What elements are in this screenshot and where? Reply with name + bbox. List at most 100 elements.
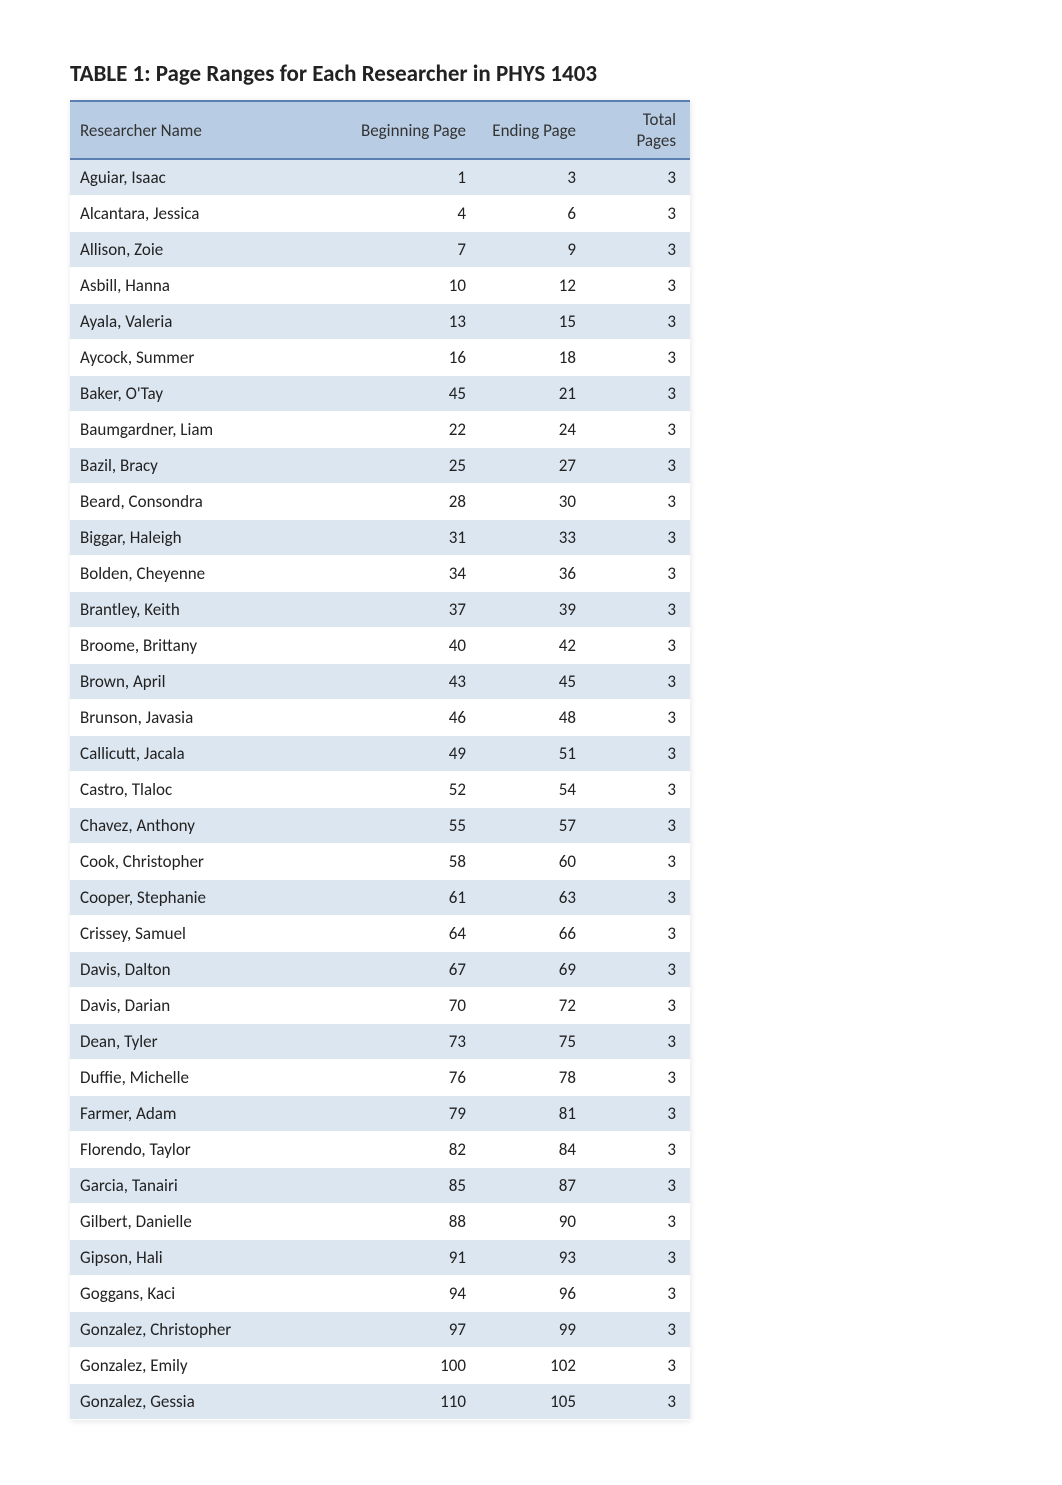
- cell-begin: 94: [350, 1276, 480, 1312]
- table-row: Biggar, Haleigh31333: [70, 520, 690, 556]
- table-row: Alcantara, Jessica463: [70, 196, 690, 232]
- cell-begin: 85: [350, 1168, 480, 1204]
- table-row: Florendo, Taylor82843: [70, 1132, 690, 1168]
- table-row: Gonzalez, Christopher97993: [70, 1312, 690, 1348]
- cell-end: 84: [480, 1132, 590, 1168]
- col-header-total: Total Pages: [590, 101, 690, 159]
- cell-begin: 73: [350, 1024, 480, 1060]
- cell-total: 3: [590, 700, 690, 736]
- table-row: Brantley, Keith37393: [70, 592, 690, 628]
- table-row: Bolden, Cheyenne34363: [70, 556, 690, 592]
- cell-begin: 7: [350, 232, 480, 268]
- cell-end: 75: [480, 1024, 590, 1060]
- table-row: Goggans, Kaci94963: [70, 1276, 690, 1312]
- table-row: Baker, O'Tay45213: [70, 376, 690, 412]
- table-row: Gipson, Hali91933: [70, 1240, 690, 1276]
- cell-begin: 97: [350, 1312, 480, 1348]
- table-row: Cook, Christopher58603: [70, 844, 690, 880]
- cell-name: Baker, O'Tay: [70, 376, 350, 412]
- cell-end: 45: [480, 664, 590, 700]
- table-row: Ayala, Valeria13153: [70, 304, 690, 340]
- cell-total: 3: [590, 1132, 690, 1168]
- col-header-end: Ending Page: [480, 101, 590, 159]
- cell-name: Ayala, Valeria: [70, 304, 350, 340]
- cell-begin: 4: [350, 196, 480, 232]
- table-row: Garcia, Tanairi85873: [70, 1168, 690, 1204]
- cell-begin: 10: [350, 268, 480, 304]
- cell-total: 3: [590, 484, 690, 520]
- cell-begin: 37: [350, 592, 480, 628]
- cell-end: 72: [480, 988, 590, 1024]
- cell-name: Gipson, Hali: [70, 1240, 350, 1276]
- cell-end: 96: [480, 1276, 590, 1312]
- table-row: Bazil, Bracy25273: [70, 448, 690, 484]
- table-row: Crissey, Samuel64663: [70, 916, 690, 952]
- cell-total: 3: [590, 196, 690, 232]
- cell-total: 3: [590, 772, 690, 808]
- table-row: Duffie, Michelle76783: [70, 1060, 690, 1096]
- cell-name: Bolden, Cheyenne: [70, 556, 350, 592]
- cell-end: 102: [480, 1348, 590, 1384]
- cell-total: 3: [590, 1204, 690, 1240]
- cell-end: 18: [480, 340, 590, 376]
- cell-end: 93: [480, 1240, 590, 1276]
- cell-begin: 70: [350, 988, 480, 1024]
- table-row: Beard, Consondra28303: [70, 484, 690, 520]
- cell-begin: 13: [350, 304, 480, 340]
- cell-total: 3: [590, 1348, 690, 1384]
- cell-begin: 76: [350, 1060, 480, 1096]
- table-row: Castro, Tlaloc52543: [70, 772, 690, 808]
- cell-name: Asbill, Hanna: [70, 268, 350, 304]
- cell-total: 3: [590, 1312, 690, 1348]
- cell-total: 3: [590, 159, 690, 196]
- cell-name: Brantley, Keith: [70, 592, 350, 628]
- cell-name: Duffie, Michelle: [70, 1060, 350, 1096]
- table-row: Callicutt, Jacala49513: [70, 736, 690, 772]
- cell-total: 3: [590, 844, 690, 880]
- cell-name: Goggans, Kaci: [70, 1276, 350, 1312]
- cell-total: 3: [590, 340, 690, 376]
- cell-begin: 40: [350, 628, 480, 664]
- cell-begin: 43: [350, 664, 480, 700]
- cell-total: 3: [590, 1096, 690, 1132]
- cell-name: Gonzalez, Emily: [70, 1348, 350, 1384]
- cell-end: 63: [480, 880, 590, 916]
- cell-name: Davis, Darian: [70, 988, 350, 1024]
- table-row: Gonzalez, Gessia1101053: [70, 1384, 690, 1420]
- cell-name: Cooper, Stephanie: [70, 880, 350, 916]
- cell-end: 69: [480, 952, 590, 988]
- cell-total: 3: [590, 232, 690, 268]
- cell-name: Aguiar, Isaac: [70, 159, 350, 196]
- table-row: Gonzalez, Emily1001023: [70, 1348, 690, 1384]
- cell-total: 3: [590, 1060, 690, 1096]
- cell-begin: 67: [350, 952, 480, 988]
- cell-end: 54: [480, 772, 590, 808]
- cell-total: 3: [590, 952, 690, 988]
- cell-begin: 31: [350, 520, 480, 556]
- table-row: Chavez, Anthony55573: [70, 808, 690, 844]
- cell-end: 81: [480, 1096, 590, 1132]
- cell-begin: 79: [350, 1096, 480, 1132]
- cell-begin: 110: [350, 1384, 480, 1420]
- cell-name: Crissey, Samuel: [70, 916, 350, 952]
- cell-end: 3: [480, 159, 590, 196]
- table-row: Brunson, Javasia46483: [70, 700, 690, 736]
- cell-name: Aycock, Summer: [70, 340, 350, 376]
- col-header-name: Researcher Name: [70, 101, 350, 159]
- cell-name: Florendo, Taylor: [70, 1132, 350, 1168]
- cell-begin: 55: [350, 808, 480, 844]
- col-header-begin: Beginning Page: [350, 101, 480, 159]
- cell-begin: 45: [350, 376, 480, 412]
- cell-begin: 58: [350, 844, 480, 880]
- table-row: Brown, April43453: [70, 664, 690, 700]
- cell-total: 3: [590, 1384, 690, 1420]
- table-row: Davis, Dalton67693: [70, 952, 690, 988]
- cell-name: Gonzalez, Gessia: [70, 1384, 350, 1420]
- cell-end: 33: [480, 520, 590, 556]
- table-row: Aguiar, Isaac133: [70, 159, 690, 196]
- cell-name: Castro, Tlaloc: [70, 772, 350, 808]
- cell-total: 3: [590, 556, 690, 592]
- cell-total: 3: [590, 1168, 690, 1204]
- cell-begin: 91: [350, 1240, 480, 1276]
- cell-begin: 100: [350, 1348, 480, 1384]
